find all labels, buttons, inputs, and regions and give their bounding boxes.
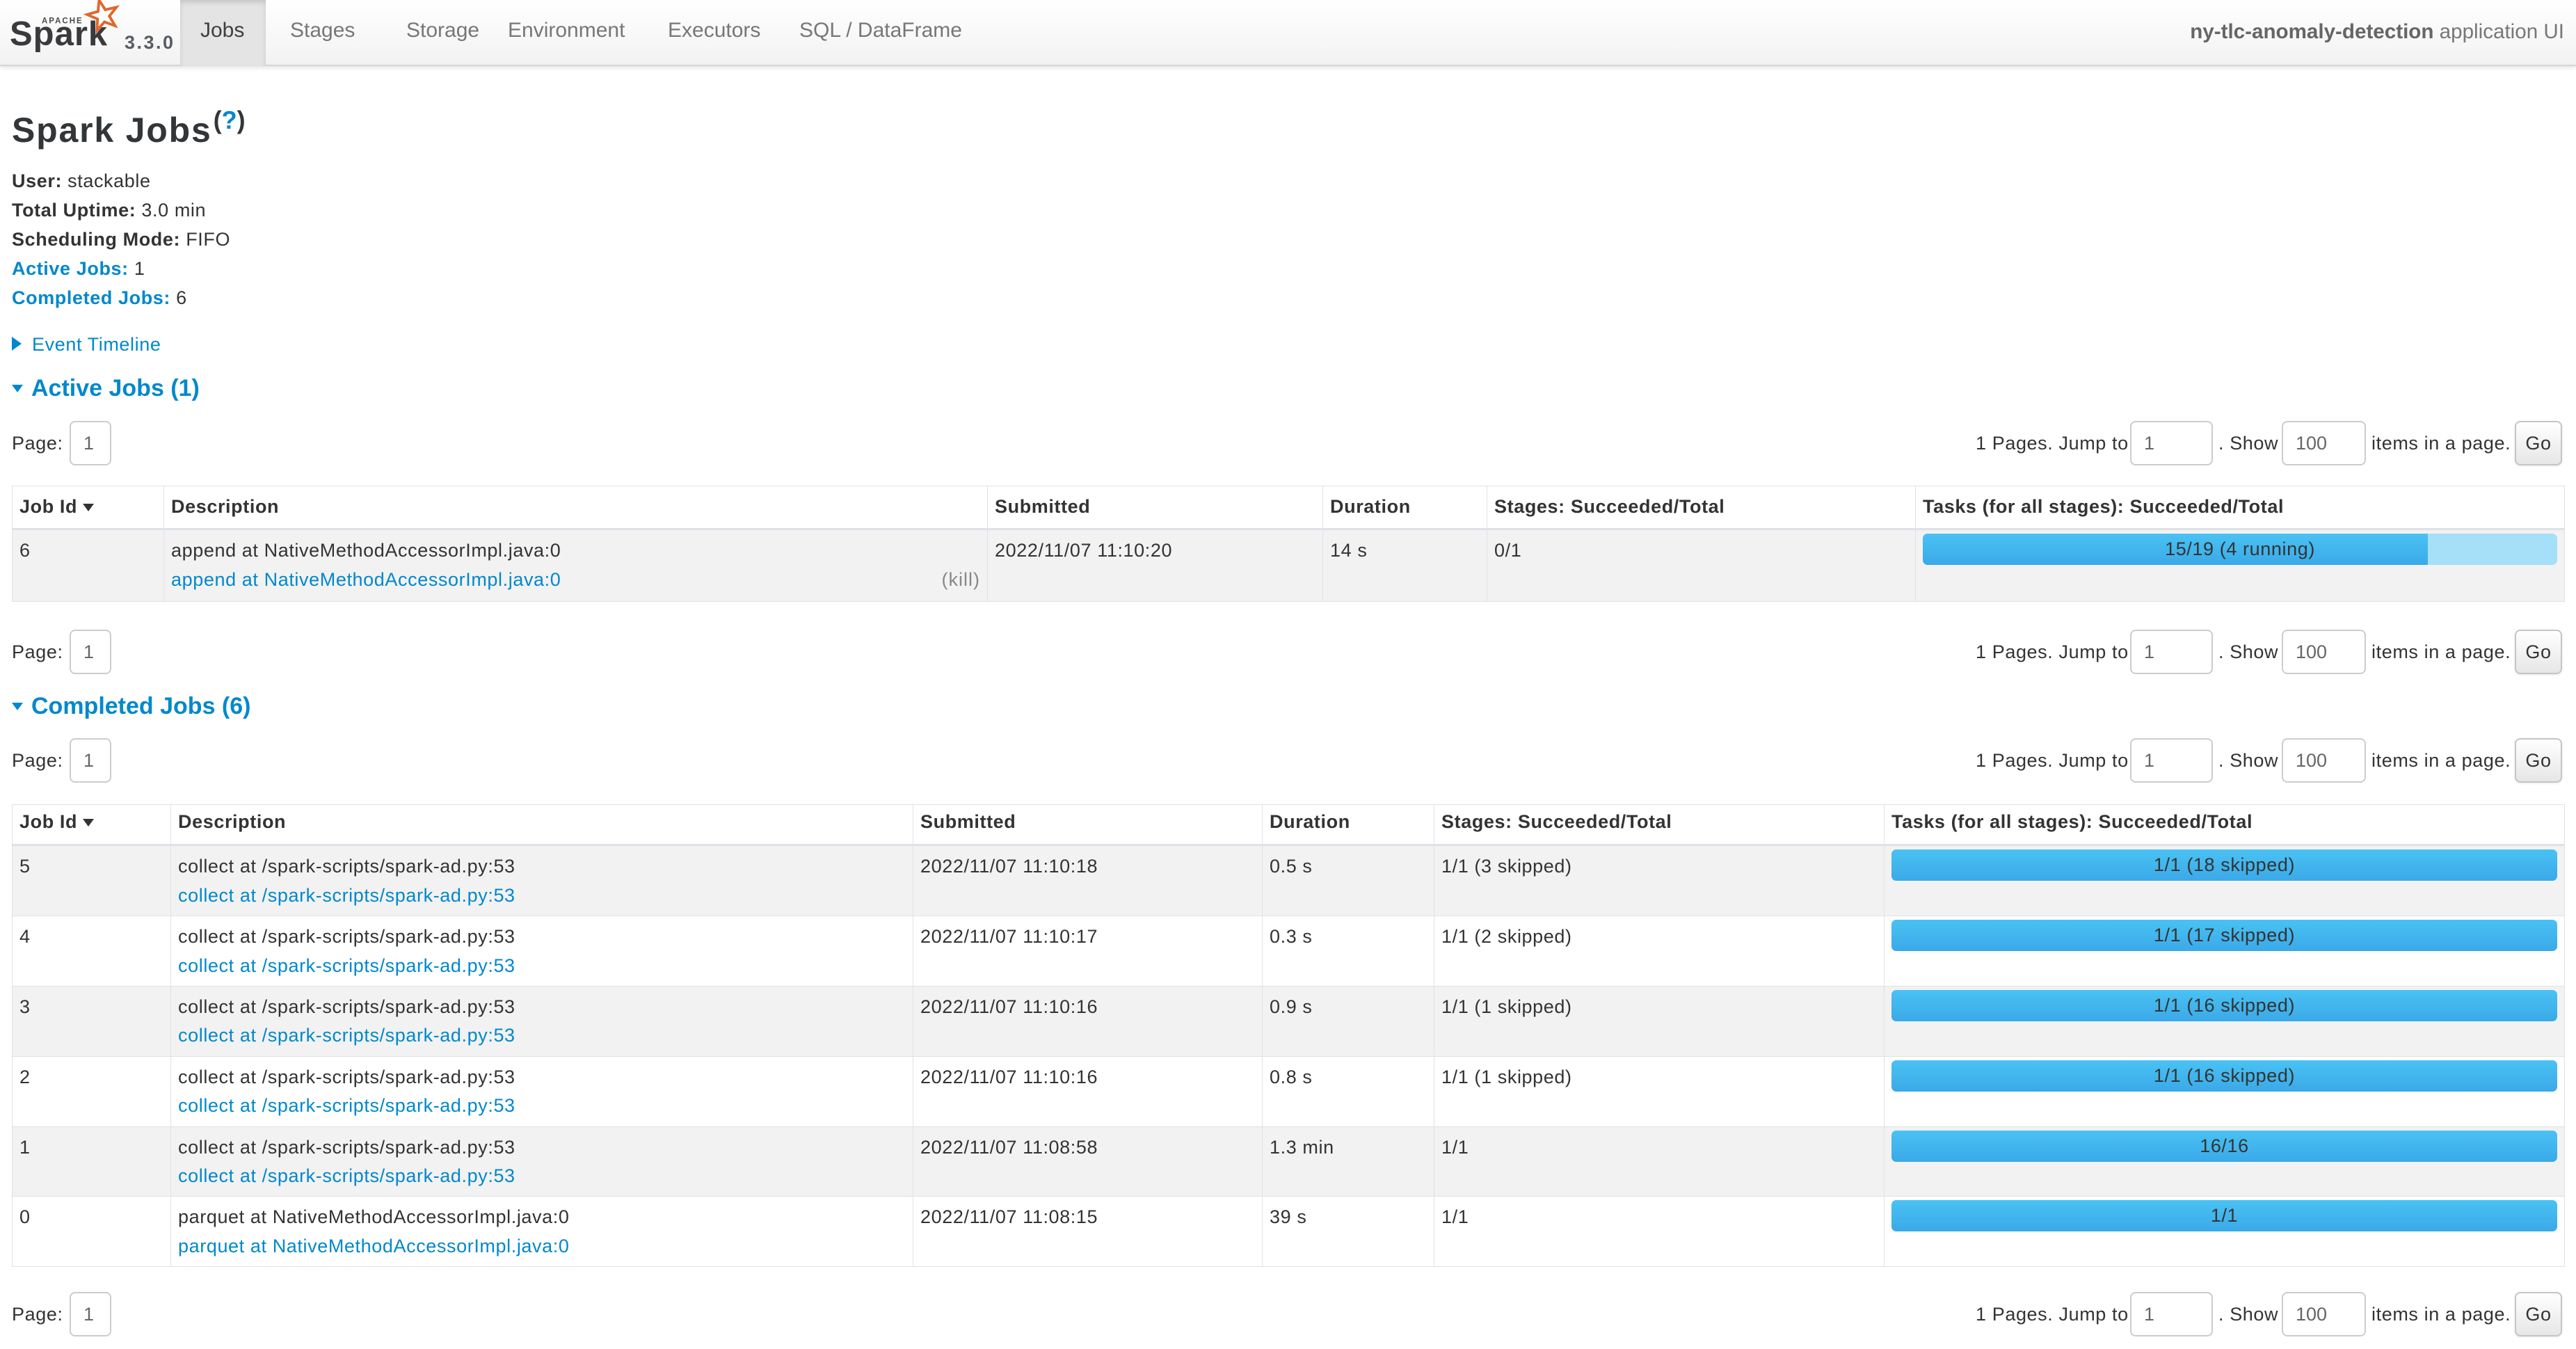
svg-text:Spark: Spark [10, 15, 108, 53]
